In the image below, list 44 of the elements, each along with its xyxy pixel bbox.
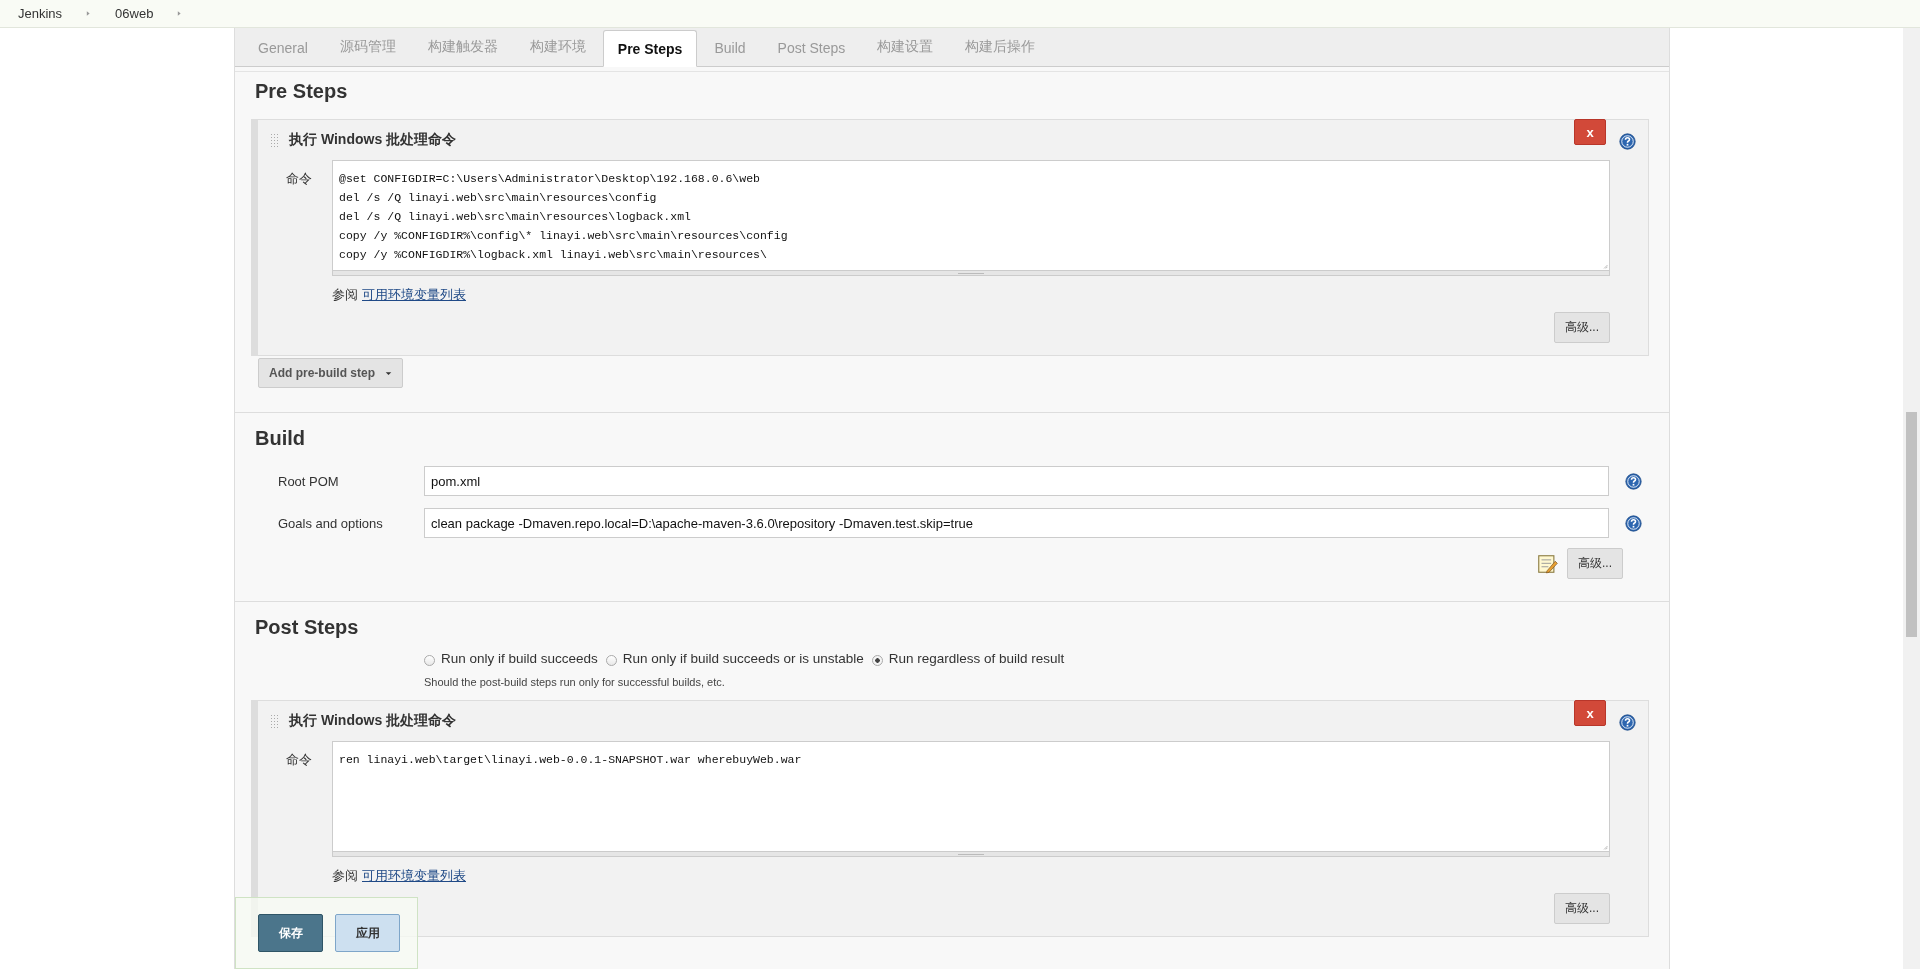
radio-label: Run regardless of build result — [888, 651, 1065, 666]
help-icon[interactable] — [1625, 514, 1642, 532]
step-title: 执行 Windows 批处理命令 — [289, 712, 457, 730]
env-vars-link[interactable]: 可用环境变量列表 — [362, 287, 466, 302]
save-button[interactable]: 保存 — [258, 914, 323, 952]
field-label: 命令 — [286, 170, 313, 188]
radio-button[interactable] — [605, 654, 617, 666]
text-field[interactable]: clean package -Dmaven.repo.local=D:\apache-maven-3.6.0\repository -Dmaven.test.skip=true — [424, 508, 1609, 538]
section-heading: Pre Steps — [255, 80, 349, 103]
advanced-button[interactable]: 高级... — [1554, 312, 1610, 343]
apply-button[interactable]: 应用 — [335, 914, 400, 952]
advanced-button[interactable]: 高级... — [1554, 893, 1610, 924]
advanced-button[interactable]: 高级... — [1567, 548, 1623, 579]
env-vars-link[interactable]: 可用环境变量列表 — [362, 868, 466, 883]
breadcrumb-link[interactable]: Jenkins — [18, 6, 63, 21]
step-title: 执行 Windows 批处理命令 — [289, 131, 457, 149]
section-heading: Post Steps — [255, 616, 360, 639]
notepad-icon — [1536, 552, 1558, 575]
text-field[interactable]: pom.xml — [424, 466, 1609, 496]
section-heading: Build — [255, 427, 306, 450]
command-field[interactable]: ren linayi.web\target\linayi.web-0.0.1-SNAPSHOT.war wherebuyWeb.war — [332, 741, 1610, 852]
command-field[interactable]: @set CONFIGDIR=C:\Users\Administrator\Desktop\192.168.0.6\web del /s /Q linayi.web\src\main\resources\config del /s /Q linayi.web\src\main\resources\logback.xml copy /y %CONFIGDIR%\config\* linayi.web\src\main\resources\config copy /y %CONFIGDIR%\logback.xml linayi.web\src\main\resources\ — [332, 160, 1610, 271]
add-step-button[interactable]: Add pre-build step — [258, 358, 403, 388]
scrollbar-thumb[interactable] — [1906, 412, 1917, 637]
field-label: 命令 — [286, 751, 313, 769]
radio-button[interactable] — [424, 654, 435, 666]
resize-grip[interactable] — [332, 271, 1610, 276]
radio-button[interactable] — [871, 654, 883, 666]
radio-label: Run only if build succeeds — [441, 651, 598, 666]
see-also-text: 参阅 — [332, 868, 358, 883]
breadcrumb-link[interactable]: 06web — [115, 6, 154, 21]
field-label: Root POM — [278, 473, 340, 489]
tab[interactable]: Pre Steps — [602, 30, 698, 67]
help-icon[interactable] — [1619, 713, 1636, 731]
see-also-text: 参阅 — [332, 287, 358, 302]
delete-button[interactable]: x — [1574, 119, 1606, 145]
field-label: Goals and options — [278, 515, 384, 531]
help-icon[interactable] — [1619, 132, 1636, 150]
resize-grip[interactable] — [332, 852, 1610, 857]
hint-text: Should the post-build steps run only for successful builds, etc. — [423, 676, 726, 688]
scrollbar[interactable] — [1903, 28, 1920, 969]
help-icon[interactable] — [1625, 472, 1642, 490]
delete-button[interactable]: x — [1574, 700, 1606, 726]
radio-label: Run only if build succeeds or is unstable — [622, 651, 864, 666]
